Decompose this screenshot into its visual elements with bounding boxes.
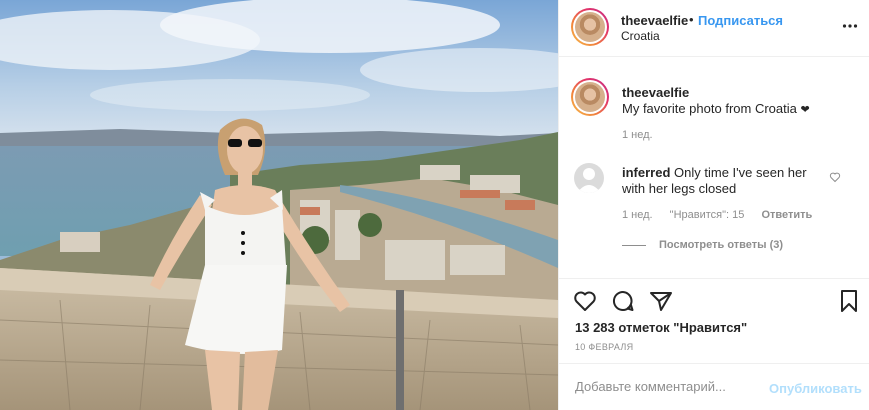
follow-button[interactable]: Подписаться: [698, 13, 783, 28]
comment-like-heart-icon[interactable]: [829, 171, 841, 183]
post-photo[interactable]: [0, 0, 558, 410]
caption-text-row: My favorite photo from Croatia ❤: [622, 101, 810, 116]
commenter-avatar[interactable]: [574, 163, 604, 193]
photo-scene: [0, 0, 558, 410]
post-side-panel: theevaelfie • Подписаться Croatia theeva…: [558, 0, 869, 410]
author-avatar[interactable]: [571, 8, 609, 46]
comment-input[interactable]: [575, 379, 755, 394]
heart-emoji: ❤: [800, 104, 810, 116]
post-date: 10 ФЕВРАЛЯ: [575, 342, 634, 352]
caption-username[interactable]: theevaelfie: [622, 85, 689, 100]
replies-divider: [622, 245, 646, 246]
comment-text-block: inferred Only time I've seen her with he…: [622, 165, 822, 197]
default-user-icon: [577, 168, 601, 193]
view-replies-button[interactable]: Посмотреть ответы (3): [659, 239, 783, 251]
reply-button[interactable]: Ответить: [761, 209, 812, 221]
comment-bubble-icon[interactable]: [611, 289, 635, 313]
save-bookmark-icon[interactable]: [837, 289, 861, 313]
post-location[interactable]: Croatia: [621, 29, 660, 43]
share-send-icon[interactable]: [649, 289, 673, 313]
comment-time[interactable]: 1 нед.: [622, 209, 653, 221]
publish-button[interactable]: Опубликовать: [769, 381, 862, 396]
comment-meta: 1 нед. "Нравится": 15 Ответить: [622, 209, 826, 221]
separator-dot: •: [689, 12, 694, 27]
caption-avatar[interactable]: [571, 78, 609, 116]
caption-time[interactable]: 1 нед.: [622, 129, 653, 141]
author-username[interactable]: theevaelfie: [621, 13, 688, 28]
caption-text: My favorite photo from Croatia: [622, 101, 797, 116]
like-heart-icon[interactable]: [573, 289, 597, 313]
likes-count[interactable]: 13 283 отметок "Нравится": [575, 320, 747, 335]
more-horizontal-icon[interactable]: [842, 18, 858, 34]
comment-username[interactable]: inferred: [622, 165, 670, 180]
post-header: theevaelfie • Подписаться Croatia: [559, 0, 869, 57]
add-comment-bar: Опубликовать: [559, 363, 869, 410]
actions-divider: [559, 278, 869, 279]
comment-likes[interactable]: "Нравится": 15: [670, 209, 745, 221]
